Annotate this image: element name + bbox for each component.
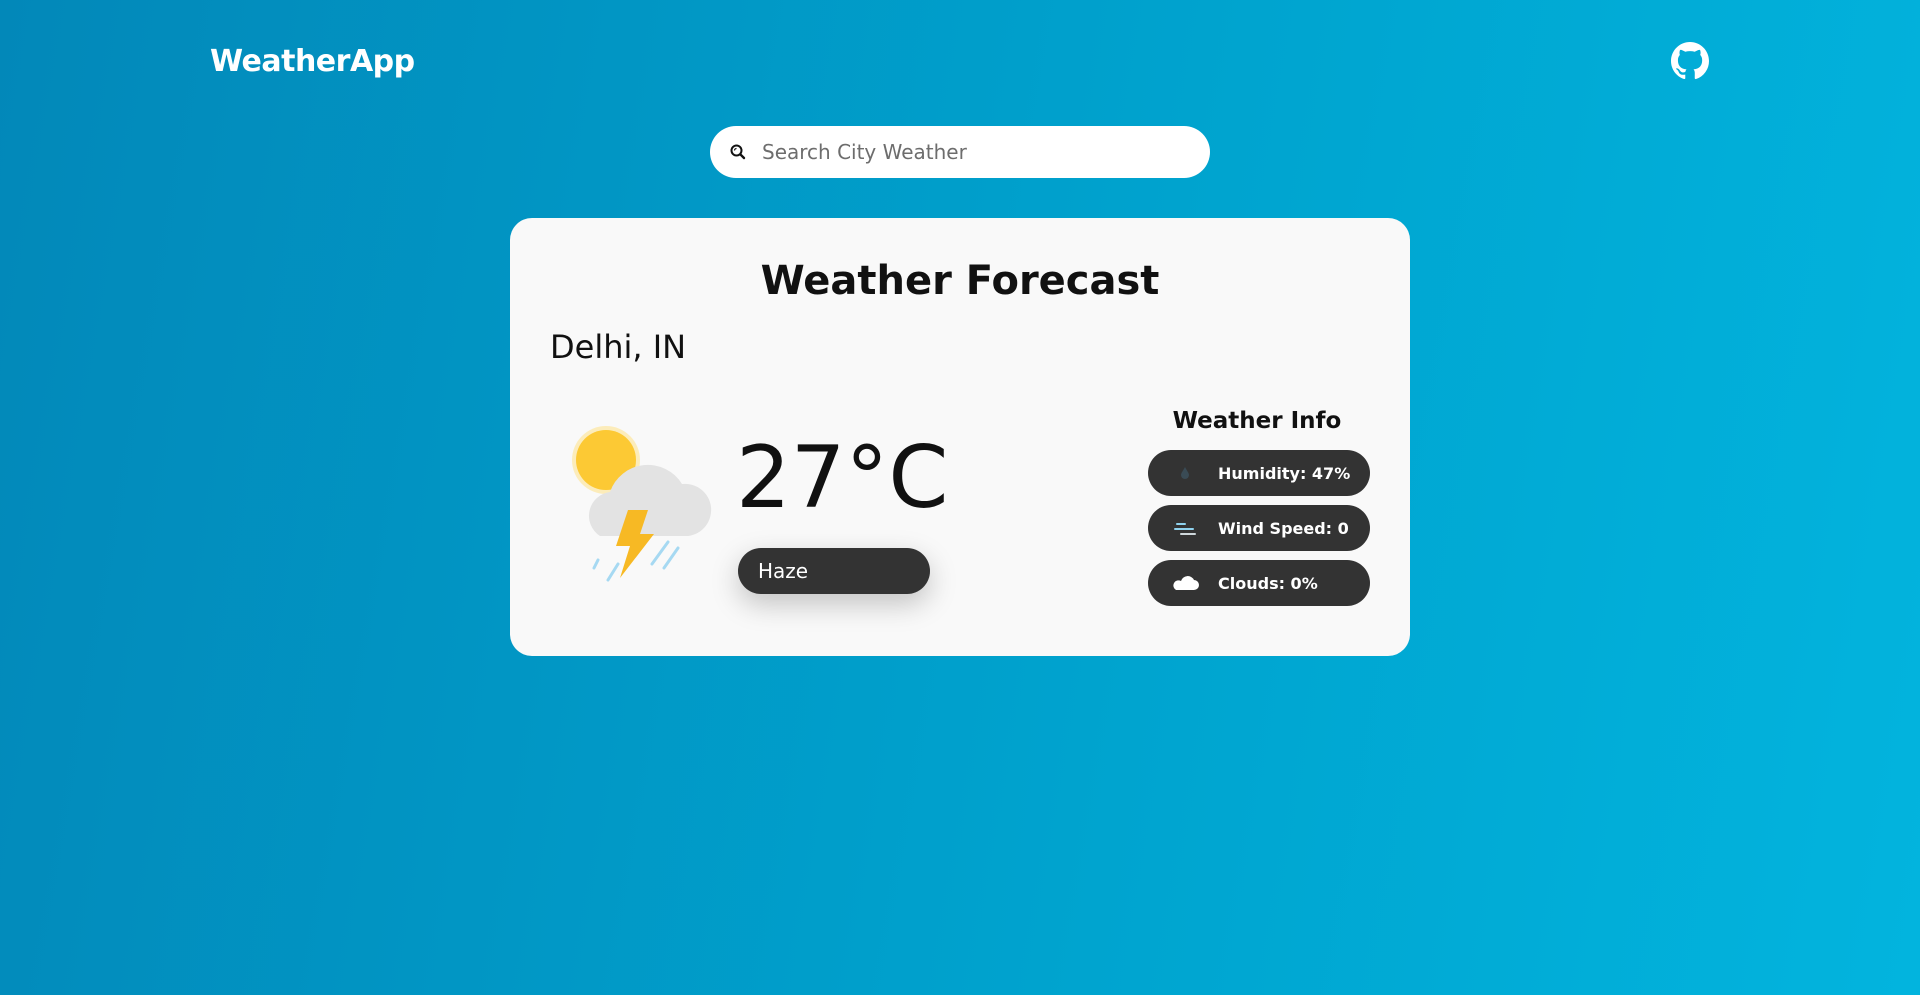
city-name: Delhi, IN [550,328,687,366]
clouds-label: Clouds: 0% [1218,573,1318,593]
github-icon[interactable] [1671,42,1709,80]
humidity-pill: Humidity: 47% [1148,450,1370,496]
cloud-icon [1170,572,1200,594]
clouds-pill: Clouds: 0% [1148,560,1370,606]
humidity-label: Humidity: 47% [1218,463,1351,483]
weather-info-title: Weather Info [1172,408,1342,434]
app-logo[interactable]: WeatherApp [210,44,415,79]
search-icon[interactable] [728,142,748,162]
wind-icon [1170,517,1200,539]
search-bar[interactable] [710,126,1210,178]
card-title: Weather Forecast [760,258,1160,304]
weather-card: Weather Forecast Delhi, IN 27°C Haze Wea… [510,218,1410,656]
temperature: 27°C [736,428,949,528]
wind-speed-pill: Wind Speed: 0 [1148,505,1370,551]
thunderstorm-sun-icon [568,418,718,593]
search-input[interactable] [762,140,1182,164]
droplet-icon [1170,462,1200,484]
condition-badge: Haze [738,548,930,594]
wind-speed-label: Wind Speed: 0 [1218,518,1349,538]
